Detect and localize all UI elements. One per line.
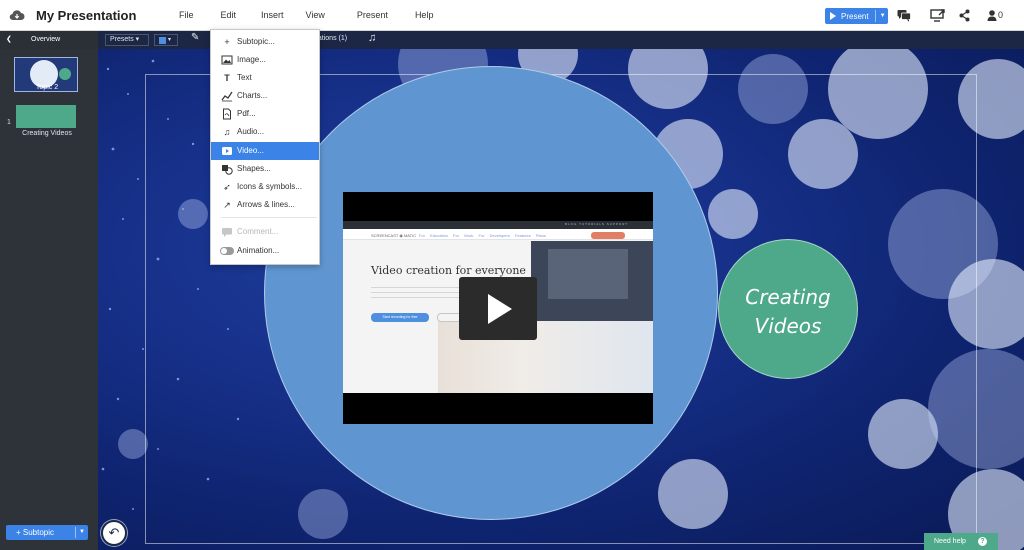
topic-thumbnail[interactable]: Topic 2 [14, 57, 78, 92]
add-subtopic-button[interactable]: + Subtopic ▼ [6, 525, 88, 540]
menu-present[interactable]: Present [348, 0, 397, 31]
image-icon [221, 55, 233, 65]
chart-icon [221, 91, 233, 102]
menu-bar: File Edit Insert View Present Help [170, 0, 442, 31]
screen-share-icon[interactable] [930, 9, 946, 22]
insert-text-label: Text [237, 73, 252, 82]
insert-pdf-label: Pdf... [237, 109, 256, 118]
menu-edit[interactable]: Edit [212, 0, 246, 31]
present-button-label: Present [841, 11, 869, 21]
insert-animation-label: Animation... [237, 246, 280, 255]
question-icon: ? [978, 537, 987, 546]
present-button[interactable]: Present ▼ [825, 8, 888, 24]
comment-icon [222, 228, 232, 237]
subtopic-title-line2: Videos [754, 314, 822, 338]
insert-shapes-label: Shapes... [237, 164, 271, 173]
insert-image-label: Image... [237, 55, 266, 64]
pdf-icon [223, 108, 231, 120]
video-headline: Video creation for everyone [371, 264, 526, 277]
video-hero-screen [548, 249, 628, 299]
slide-thumbnail[interactable] [16, 105, 76, 128]
insert-menu: + Subtopic... Image... T Text Charts... … [210, 29, 320, 265]
menu-view[interactable]: View [297, 0, 334, 31]
overview-header[interactable]: ❮ Overview [0, 31, 98, 49]
shapes-icon [222, 165, 233, 175]
menu-help[interactable]: Help [406, 0, 443, 31]
need-help-button[interactable]: Need help ? [924, 533, 998, 550]
menu-insert[interactable]: Insert [252, 0, 293, 31]
video-site-logo: SCREENCAST ◉ MATIC [371, 233, 417, 238]
insert-comment-label: Comment... [237, 227, 279, 236]
chevron-down-icon: ▾ [168, 37, 172, 43]
insert-video[interactable]: Video... [211, 142, 319, 160]
toolbar: ❮ Overview Presets ▾ ▾ ✎ nations (1) ♫ [0, 31, 1024, 49]
thumbnail-green-dot [59, 68, 71, 80]
overview-label: Overview [31, 36, 61, 43]
need-help-label: Need help [934, 538, 966, 545]
insert-subtopic[interactable]: + Subtopic... [211, 33, 319, 51]
animation-toggle-icon [220, 247, 234, 255]
plus-icon: + [224, 37, 230, 47]
insert-icons-symbols[interactable]: ➶ Icons & symbols... [211, 178, 319, 196]
pen-icon[interactable]: ✎ [191, 32, 199, 43]
insert-video-label: Video... [237, 146, 264, 155]
insert-audio-label: Audio... [237, 127, 265, 136]
add-subtopic-divider [75, 527, 76, 538]
icons-symbols-icon: ➶ [223, 182, 231, 192]
audio-icon: ♫ [223, 127, 231, 137]
chevron-down-icon[interactable]: ▼ [79, 525, 85, 540]
insert-image[interactable]: Image... [211, 51, 319, 69]
undo-icon: ↶ [108, 525, 120, 540]
collaborators-count: 0 [998, 10, 1004, 20]
color-picker-button[interactable]: ▾ [154, 34, 178, 46]
add-subtopic-label: + Subtopic [16, 528, 55, 537]
play-icon [488, 294, 512, 324]
present-button-divider [874, 10, 876, 22]
insert-icons-symbols-label: Icons & symbols... [237, 182, 302, 191]
undo-button[interactable]: ↶ [101, 520, 127, 546]
menu-file[interactable]: File [170, 0, 203, 31]
subtopic-title-line1: Creating [745, 285, 831, 309]
comments-icon[interactable] [897, 9, 911, 22]
insert-arrows-lines-label: Arrows & lines... [237, 200, 295, 209]
slide-thumbnail-label: Creating Videos [22, 130, 72, 137]
insert-arrows-lines[interactable]: ↗ Arrows & lines... [211, 196, 319, 214]
video-site-nav-links: BLOG TUTORIALS SUPPORT [565, 222, 629, 226]
menu-separator [221, 217, 317, 218]
insert-shapes[interactable]: Shapes... [211, 160, 319, 178]
embedded-video[interactable]: BLOG TUTORIALS SUPPORT SCREENCAST ◉ MATI… [343, 192, 653, 424]
share-icon[interactable] [959, 9, 970, 22]
slides-sidebar: Topic 2 1 Creating Videos + Subtopic ▼ [0, 49, 98, 550]
video-site-signup [591, 232, 625, 239]
color-swatch [159, 37, 166, 44]
text-icon: T [224, 73, 230, 83]
top-bar: My Presentation File Edit Insert View Pr… [0, 0, 1024, 31]
slide-number: 1 [7, 119, 11, 126]
insert-text[interactable]: T Text [211, 69, 319, 87]
video-cta: Start recording for free [371, 313, 429, 322]
play-icon [830, 12, 836, 20]
video-play-button[interactable] [459, 277, 537, 340]
music-icon[interactable]: ♫ [368, 32, 376, 44]
video-icon [222, 147, 232, 155]
insert-animation[interactable]: Animation... [211, 242, 319, 260]
insert-charts-label: Charts... [237, 91, 268, 100]
presets-dropdown[interactable]: Presets ▾ [105, 34, 149, 46]
cloud-icon[interactable] [9, 9, 25, 21]
chevron-left-icon[interactable]: ❮ [6, 31, 12, 49]
insert-charts[interactable]: Charts... [211, 87, 319, 105]
insert-audio[interactable]: ♫ Audio... [211, 123, 319, 141]
present-options-caret-icon[interactable]: ▼ [880, 13, 886, 19]
insert-subtopic-label: Subtopic... [237, 37, 275, 46]
insert-pdf[interactable]: Pdf... [211, 105, 319, 123]
insert-comment: Comment... [211, 223, 319, 241]
video-site-menu: For Education For Work For Developers Fe… [419, 233, 546, 238]
subtopic-title[interactable]: Creating Videos [718, 283, 858, 341]
user-icon[interactable] [987, 9, 997, 22]
arrows-lines-icon: ↗ [223, 200, 231, 210]
topic-thumbnail-label: Topic 2 [35, 84, 59, 91]
presentation-title[interactable]: My Presentation [36, 8, 136, 23]
